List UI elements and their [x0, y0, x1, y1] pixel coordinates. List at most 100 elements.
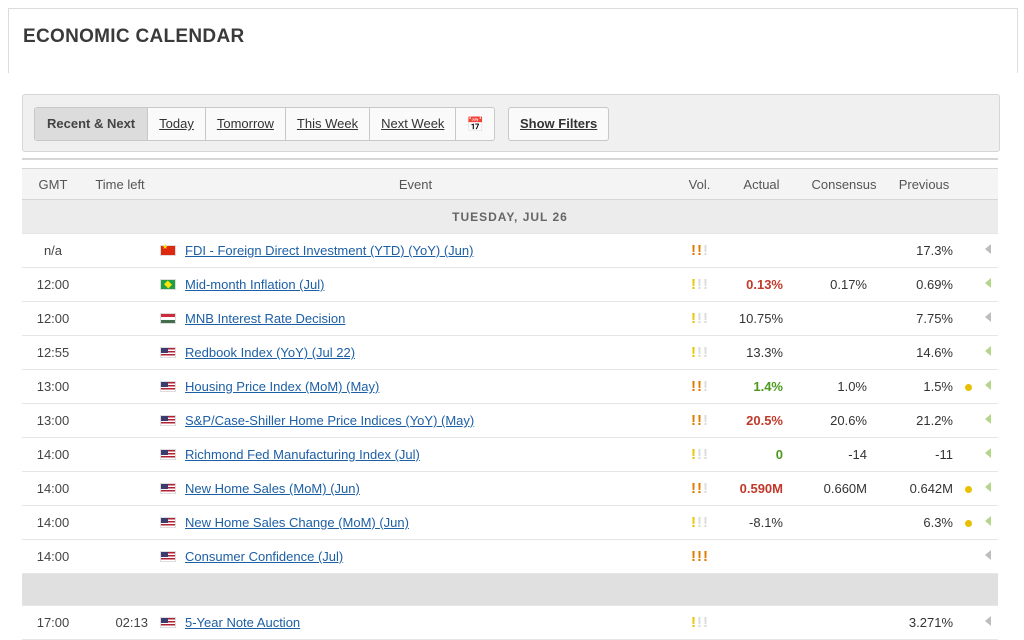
- show-filters-button[interactable]: Show Filters: [508, 107, 610, 141]
- flag-us-icon: [160, 551, 176, 562]
- revised-dot-icon: [964, 384, 972, 391]
- row-actual: 1.4%: [724, 369, 799, 404]
- flag-us-icon: [160, 517, 176, 528]
- flag-us-icon: [160, 617, 176, 628]
- expand-cell: [977, 233, 998, 268]
- row-gmt: 14:00: [22, 471, 84, 506]
- flag-hu-icon: [160, 313, 176, 324]
- expand-arrow-icon[interactable]: [984, 616, 991, 626]
- revised-dot-icon: [964, 486, 972, 493]
- row-actual: 0.590M: [724, 471, 799, 506]
- expand-cell: [977, 437, 998, 472]
- expand-arrow-icon[interactable]: [984, 312, 991, 322]
- expand-arrow-icon[interactable]: [984, 448, 991, 458]
- event-link[interactable]: 5-Year Note Auction: [185, 615, 300, 630]
- event-link[interactable]: New Home Sales Change (MoM) (Jun): [185, 515, 409, 530]
- table-row[interactable]: 13:00 S&P/Case-Shiller Home Price Indices…: [22, 403, 998, 438]
- row-previous: 0.642M: [889, 471, 959, 506]
- table-row[interactable]: 12:00 Mid-month Inflation (Jul)!!! 0.13% 0.…: [22, 267, 998, 302]
- revised-cell: [959, 233, 977, 268]
- calendar-icon[interactable]: 📅: [456, 108, 493, 140]
- expand-arrow-icon[interactable]: [984, 414, 991, 424]
- row-consensus: -14: [799, 437, 889, 472]
- table-row[interactable]: 14:00 New Home Sales (MoM) (Jun)!!! 0.590M…: [22, 471, 998, 506]
- event-link[interactable]: Consumer Confidence (Jul): [185, 549, 343, 564]
- this-week-button[interactable]: This Week: [286, 108, 371, 140]
- row-previous: 7.75%: [889, 301, 959, 336]
- row-consensus: [799, 539, 889, 574]
- row-event: S&P/Case-Shiller Home Price Indices (YoY…: [156, 403, 675, 438]
- tomorrow-button[interactable]: Tomorrow: [206, 108, 286, 140]
- row-gmt: 12:00: [22, 267, 84, 302]
- row-time-left: [84, 471, 156, 506]
- revised-cell: [959, 369, 977, 404]
- table-row[interactable]: 14:00 Consumer Confidence (Jul)!!!: [22, 539, 998, 574]
- next-week-button[interactable]: Next Week: [370, 108, 457, 140]
- row-event: Richmond Fed Manufacturing Index (Jul): [156, 437, 675, 472]
- event-link[interactable]: Redbook Index (YoY) (Jul 22): [185, 345, 355, 360]
- flag-us-icon: [160, 415, 176, 426]
- expand-arrow-icon[interactable]: [984, 380, 991, 390]
- volatility-bang-icon: !: [703, 614, 708, 631]
- row-previous: 3.271%: [889, 605, 959, 640]
- row-time-left: [84, 505, 156, 540]
- expand-cell: [977, 335, 998, 370]
- header-consensus[interactable]: Consensus: [799, 168, 889, 200]
- header-gmt[interactable]: GMT: [22, 168, 84, 200]
- today-button[interactable]: Today: [148, 108, 206, 140]
- row-time-left: [84, 301, 156, 336]
- flag-us-icon: [160, 449, 176, 460]
- header-time-left[interactable]: Time left: [84, 168, 156, 200]
- table-row[interactable]: 14:00 New Home Sales Change (MoM) (Jun)!!…: [22, 505, 998, 540]
- table-row[interactable]: n/a FDI - Foreign Direct Investment (YTD)…: [22, 233, 998, 268]
- flag-br-icon: [160, 279, 176, 290]
- table-row[interactable]: 13:00 Housing Price Index (MoM) (May)!!! 1…: [22, 369, 998, 404]
- event-link[interactable]: Housing Price Index (MoM) (May): [185, 379, 379, 394]
- row-gmt: 13:00: [22, 403, 84, 438]
- expand-arrow-icon[interactable]: [984, 516, 991, 526]
- volatility-indicator: !!!: [675, 471, 724, 506]
- row-actual: -8.1%: [724, 505, 799, 540]
- row-time-left: [84, 233, 156, 268]
- row-previous: 17.3%: [889, 233, 959, 268]
- expand-arrow-icon[interactable]: [984, 346, 991, 356]
- expand-arrow-icon[interactable]: [984, 482, 991, 492]
- event-link[interactable]: Richmond Fed Manufacturing Index (Jul): [185, 447, 420, 462]
- expand-arrow-icon[interactable]: [984, 550, 991, 560]
- header-actual[interactable]: Actual: [724, 168, 799, 200]
- table-row[interactable]: 12:00 MNB Interest Rate Decision!!! 10.75%…: [22, 301, 998, 336]
- event-link[interactable]: S&P/Case-Shiller Home Price Indices (YoY…: [185, 413, 474, 428]
- row-event: New Home Sales (MoM) (Jun): [156, 471, 675, 506]
- table-row[interactable]: 12:55 Redbook Index (YoY) (Jul 22)!!! 13.3…: [22, 335, 998, 370]
- row-previous: 6.3%: [889, 505, 959, 540]
- expand-cell: [977, 369, 998, 404]
- row-event: Mid-month Inflation (Jul): [156, 267, 675, 302]
- expand-arrow-icon[interactable]: [984, 278, 991, 288]
- row-consensus: [799, 505, 889, 540]
- row-time-left: [84, 539, 156, 574]
- row-time-left: [84, 335, 156, 370]
- header-vol[interactable]: Vol.: [675, 168, 724, 200]
- expand-arrow-icon[interactable]: [984, 244, 991, 254]
- row-previous: -11: [889, 437, 959, 472]
- event-link[interactable]: FDI - Foreign Direct Investment (YTD) (Y…: [185, 243, 473, 258]
- event-link[interactable]: Mid-month Inflation (Jul): [185, 277, 324, 292]
- row-event: Housing Price Index (MoM) (May): [156, 369, 675, 404]
- volatility-indicator: !!!: [675, 505, 724, 540]
- row-consensus: 1.0%: [799, 369, 889, 404]
- header-event[interactable]: Event: [156, 168, 675, 200]
- event-link[interactable]: MNB Interest Rate Decision: [185, 311, 345, 326]
- revised-dot-icon: [964, 520, 972, 527]
- row-previous: 14.6%: [889, 335, 959, 370]
- row-actual: 13.3%: [724, 335, 799, 370]
- event-link[interactable]: New Home Sales (MoM) (Jun): [185, 481, 360, 496]
- table-row[interactable]: 17:00 02:13 5-Year Note Auction!!! 3.271%: [22, 605, 998, 640]
- row-event: 5-Year Note Auction: [156, 605, 675, 640]
- economic-calendar-table: GMT Time left Event Vol. Actual Consensu…: [22, 168, 998, 640]
- expand-cell: [977, 301, 998, 336]
- row-event: New Home Sales Change (MoM) (Jun): [156, 505, 675, 540]
- table-row[interactable]: 14:00 Richmond Fed Manufacturing Index (J…: [22, 437, 998, 472]
- recent-next-button[interactable]: Recent & Next: [35, 108, 149, 140]
- header-previous[interactable]: Previous: [889, 168, 959, 200]
- row-gmt: 13:00: [22, 369, 84, 404]
